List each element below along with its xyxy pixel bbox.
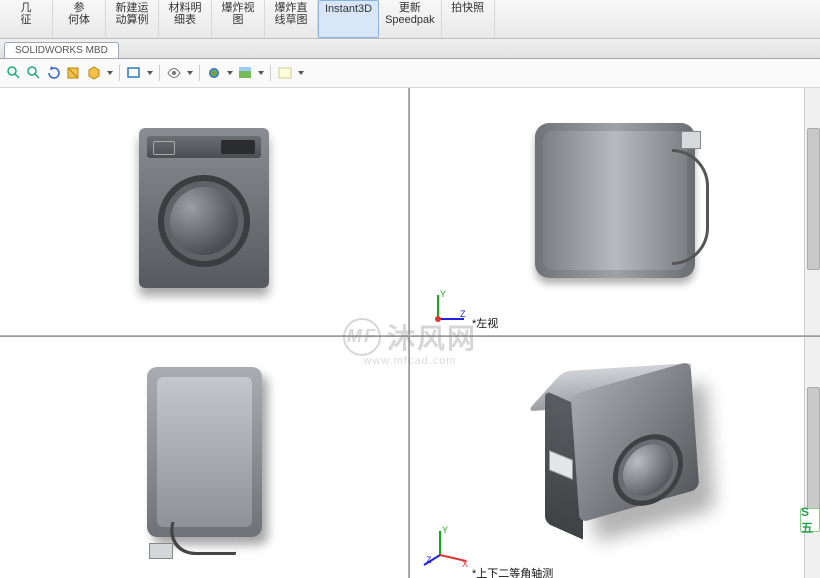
- scrollbar-vertical[interactable]: [804, 88, 820, 335]
- dropdown-caret-icon[interactable]: [147, 71, 153, 75]
- model-washer-top: [147, 367, 262, 537]
- command-tab-strip: SOLIDWORKS MBD: [0, 39, 820, 59]
- zoom-area-icon[interactable]: [26, 65, 42, 81]
- model-washer-side: [535, 123, 695, 278]
- model-washer-front: [139, 128, 269, 288]
- model-washer-iso: [505, 347, 725, 567]
- ribbon-motion-study[interactable]: 新建运动算例: [106, 0, 159, 38]
- ribbon-explode-sketch[interactable]: 爆炸直线草图: [265, 0, 318, 38]
- view-toolbar: [0, 59, 820, 88]
- dropdown-caret-icon[interactable]: [227, 71, 233, 75]
- hide-show-icon[interactable]: [166, 65, 182, 81]
- ribbon-feature[interactable]: 几征: [0, 0, 53, 38]
- scene-icon[interactable]: [237, 65, 253, 81]
- render-icon[interactable]: [277, 65, 293, 81]
- svg-text:Z: Z: [460, 309, 466, 319]
- ime-indicator[interactable]: S 五: [800, 508, 820, 532]
- viewport-splitter-vertical[interactable]: [408, 88, 410, 578]
- tab-mbd[interactable]: SOLIDWORKS MBD: [4, 42, 119, 58]
- svg-text:Y: Y: [442, 525, 448, 535]
- viewport-splitter-horizontal[interactable]: [0, 335, 820, 337]
- appearance-icon[interactable]: [206, 65, 222, 81]
- view-label: *左视: [472, 315, 498, 331]
- viewport-pane-isometric[interactable]: YXZ *上下二等角轴测: [410, 337, 820, 578]
- viewport-pane-left[interactable]: YZ *左视: [410, 88, 820, 335]
- ribbon: 几征 参何体 新建运动算例 材料明细表 爆炸视图 爆炸直线草图 Instant3…: [0, 0, 820, 39]
- ribbon-speedpak[interactable]: 更新Speedpak: [379, 0, 442, 38]
- scrollbar-vertical[interactable]: [804, 337, 820, 578]
- dropdown-caret-icon[interactable]: [298, 71, 304, 75]
- rotate-icon[interactable]: [46, 65, 62, 81]
- svg-text:Y: Y: [440, 289, 446, 299]
- ribbon-reference-geometry[interactable]: 参何体: [53, 0, 106, 38]
- dropdown-caret-icon[interactable]: [258, 71, 264, 75]
- ribbon-snapshot[interactable]: 拍快照: [442, 0, 495, 38]
- ribbon-exploded-view[interactable]: 爆炸视图: [212, 0, 265, 38]
- dropdown-caret-icon[interactable]: [107, 71, 113, 75]
- svg-text:X: X: [462, 559, 468, 569]
- dropdown-caret-icon[interactable]: [187, 71, 193, 75]
- section-view-icon[interactable]: [66, 65, 82, 81]
- zoom-fit-icon[interactable]: [6, 65, 22, 81]
- ribbon-instant3d[interactable]: Instant3D: [318, 0, 379, 38]
- ribbon-bom[interactable]: 材料明细表: [159, 0, 212, 38]
- viewport-pane-front[interactable]: [0, 88, 408, 335]
- graphics-viewport: YZ *左视 YXZ *上下二等角轴测 MF 沐风网 www.mfcad.com…: [0, 88, 820, 578]
- watermark-url: www.mfcad.com: [363, 355, 456, 367]
- view-triad-icon: YXZ: [430, 523, 470, 563]
- view-triad-icon: YZ: [430, 287, 470, 327]
- svg-text:Z: Z: [426, 555, 432, 565]
- view-label: *上下二等角轴测: [472, 565, 553, 578]
- display-style-icon[interactable]: [126, 65, 142, 81]
- box-icon[interactable]: [86, 65, 102, 81]
- viewport-pane-top[interactable]: [0, 337, 408, 578]
